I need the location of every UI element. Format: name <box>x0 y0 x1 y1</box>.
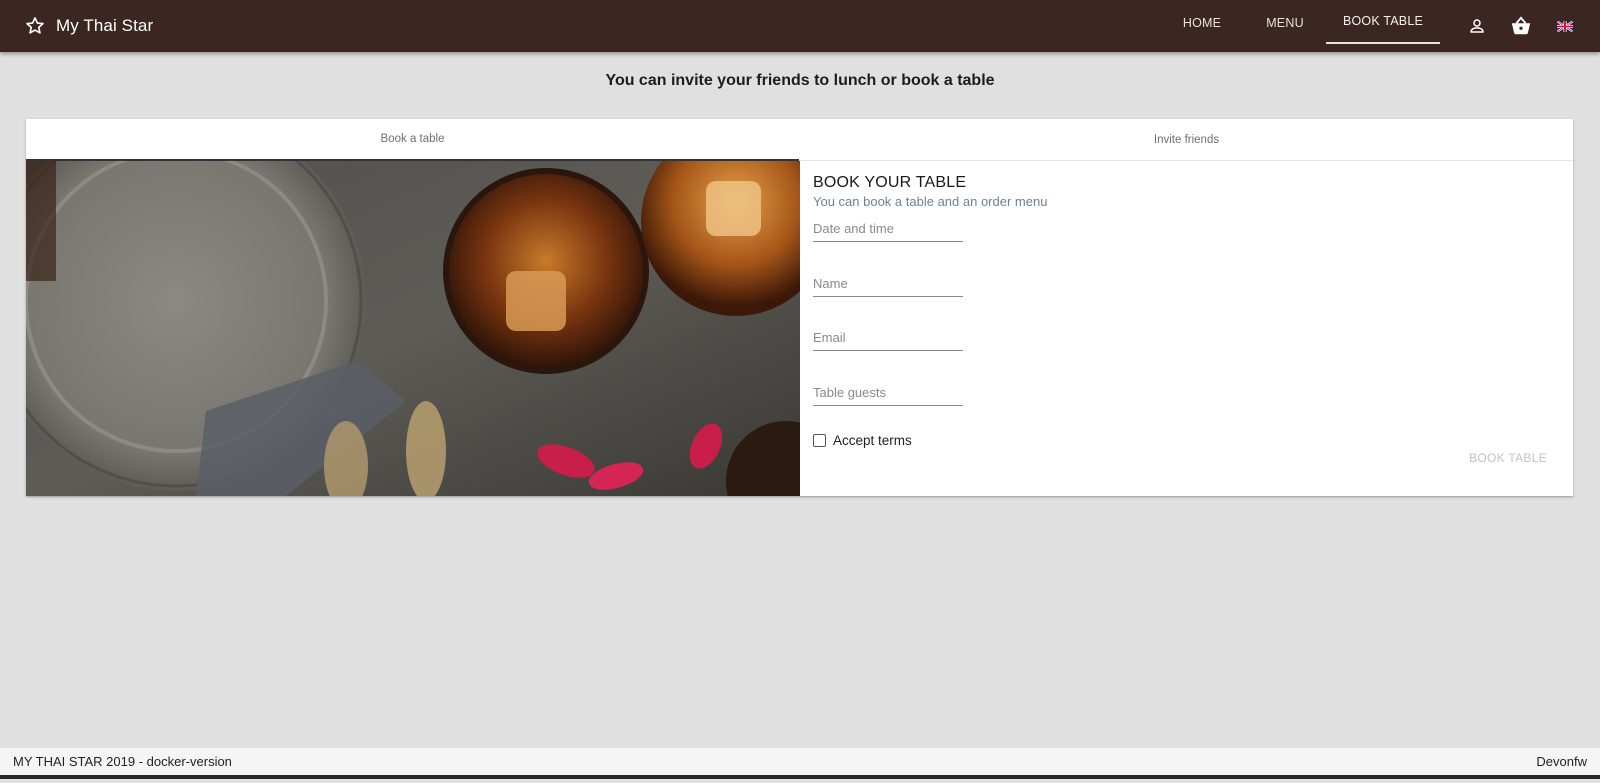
nav-book-table[interactable]: BOOK TABLE <box>1326 0 1440 44</box>
hero-photo <box>26 161 800 496</box>
tab-book-table[interactable]: Book a table <box>26 119 799 161</box>
table-guests-input[interactable] <box>813 380 963 406</box>
footer: MY THAI STAR 2019 - docker-version Devon… <box>0 748 1600 779</box>
star-icon <box>24 15 46 37</box>
footer-devonfw: Devonfw <box>1536 754 1587 769</box>
nav-menu[interactable]: MENU <box>1252 0 1318 46</box>
date-time-input[interactable] <box>813 216 963 242</box>
form-subtitle: You can book a table and an order menu <box>813 194 1048 209</box>
accept-terms-label: Accept terms <box>833 433 912 448</box>
basket-icon[interactable] <box>1510 15 1532 37</box>
brand[interactable]: My Thai Star <box>24 0 153 52</box>
booking-card: Book a table Invite friends BOOK YOUR TA… <box>26 119 1573 496</box>
top-toolbar: My Thai Star HOME MENU BOOK TABLE <box>0 0 1600 52</box>
name-input[interactable] <box>813 271 963 297</box>
tab-bar: Book a table Invite friends <box>26 119 1573 161</box>
account-icon[interactable] <box>1466 15 1488 37</box>
app-title: My Thai Star <box>56 16 154 35</box>
booking-form: BOOK YOUR TABLE You can book a table and… <box>800 161 1573 496</box>
form-title: BOOK YOUR TABLE <box>813 174 967 191</box>
email-input[interactable] <box>813 325 963 351</box>
page-heading: You can invite your friends to lunch or … <box>605 72 995 89</box>
book-table-button[interactable]: BOOK TABLE <box>1469 451 1547 465</box>
nav-home[interactable]: HOME <box>1164 0 1240 46</box>
accept-terms[interactable]: Accept terms <box>813 433 912 448</box>
accept-terms-checkbox[interactable] <box>813 434 826 447</box>
tab-invite-friends[interactable]: Invite friends <box>800 119 1573 161</box>
uk-flag-icon[interactable] <box>1554 15 1576 37</box>
footer-copyright: MY THAI STAR 2019 - docker-version <box>13 754 232 769</box>
